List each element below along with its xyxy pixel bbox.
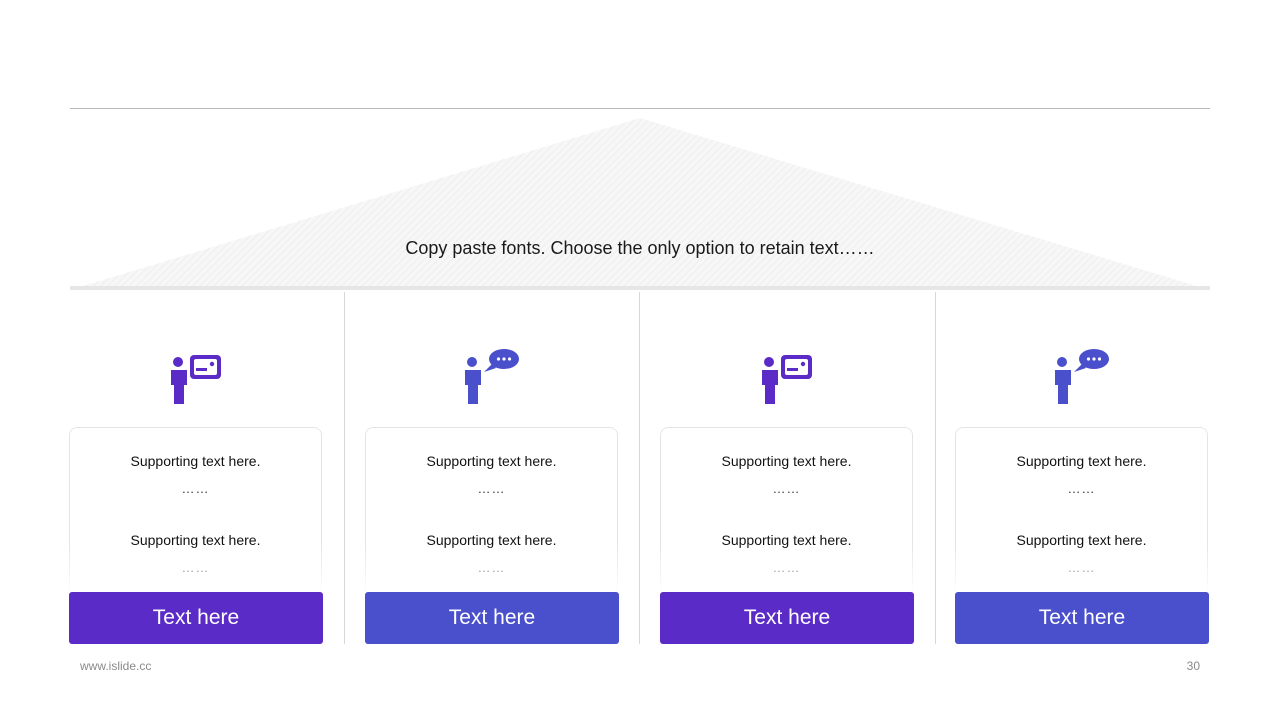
supporting-text: Supporting text here. — [1016, 453, 1147, 469]
ellipsis-text: …… — [181, 481, 210, 496]
ellipsis-text: …… — [477, 560, 506, 575]
supporting-text: Supporting text here. — [130, 532, 261, 548]
footer-website[interactable]: www.islide.cc — [80, 659, 151, 673]
supporting-text: Supporting text here. — [426, 532, 557, 548]
presenter-board-icon — [762, 355, 812, 404]
column-divider — [639, 292, 640, 644]
ellipsis-text: …… — [477, 481, 506, 496]
column-2: Supporting text here. …… Supporting text… — [365, 292, 620, 644]
supporting-card: Supporting text here. …… Supporting text… — [365, 427, 618, 595]
supporting-text: Supporting text here. — [426, 453, 557, 469]
column-3: Supporting text here. …… Supporting text… — [660, 292, 915, 644]
column-4: Supporting text here. …… Supporting text… — [955, 292, 1210, 644]
presenter-board-icon — [171, 355, 221, 404]
supporting-text: Supporting text here. — [721, 532, 852, 548]
top-divider-line — [70, 108, 1210, 109]
text-here-button[interactable]: Text here — [955, 592, 1209, 644]
ellipsis-text: …… — [1067, 481, 1096, 496]
ellipsis-text: …… — [181, 560, 210, 575]
supporting-card: Supporting text here. …… Supporting text… — [955, 427, 1208, 595]
speaker-bubble-icon — [465, 349, 519, 404]
supporting-card: Supporting text here. …… Supporting text… — [660, 427, 913, 595]
page-number: 30 — [1186, 659, 1200, 673]
ellipsis-text: …… — [772, 560, 801, 575]
roof-triangle — [70, 118, 1210, 290]
column-divider — [935, 292, 936, 644]
column-divider — [344, 292, 345, 644]
text-here-button[interactable]: Text here — [365, 592, 619, 644]
supporting-text: Supporting text here. — [721, 453, 852, 469]
text-here-button[interactable]: Text here — [69, 592, 323, 644]
supporting-text: Supporting text here. — [130, 453, 261, 469]
ellipsis-text: …… — [1067, 560, 1096, 575]
column-1: Supporting text here. …… Supporting text… — [69, 292, 324, 644]
ellipsis-text: …… — [772, 481, 801, 496]
text-here-button[interactable]: Text here — [660, 592, 914, 644]
supporting-card: Supporting text here. …… Supporting text… — [69, 427, 322, 595]
roof-caption: Copy paste fonts. Choose the only option… — [405, 238, 875, 258]
speaker-bubble-icon — [1055, 349, 1109, 404]
supporting-text: Supporting text here. — [1016, 532, 1147, 548]
